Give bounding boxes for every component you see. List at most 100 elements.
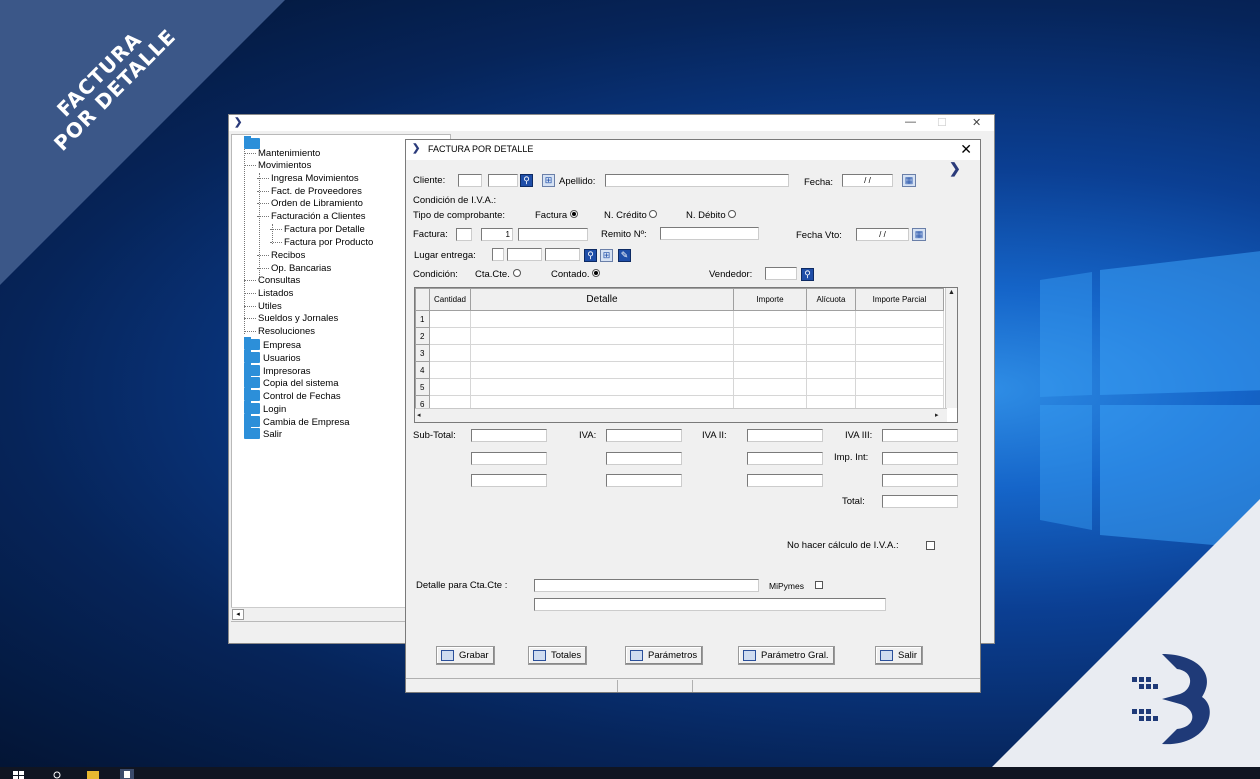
cell-cantidad[interactable] [429, 378, 471, 396]
cell-detalle[interactable] [470, 378, 734, 396]
tree-item-ingresa-movimientos[interactable]: Ingresa Movimientos [257, 173, 359, 184]
parametros-button[interactable]: Parámetros [625, 646, 704, 665]
factura-pv-field[interactable]: 1 [481, 228, 513, 241]
cell-importe[interactable] [733, 327, 807, 345]
close-button[interactable]: ✕ [972, 116, 981, 129]
lugar-entrega-extra-field[interactable] [545, 248, 580, 261]
radio-icon[interactable] [592, 269, 601, 277]
cell-importe[interactable] [733, 378, 807, 396]
totales-button[interactable]: Totales [528, 646, 588, 665]
cliente-add-icon[interactable]: ⊞ [542, 174, 555, 187]
column-header-importe-parcial[interactable]: Importe Parcial [855, 288, 944, 311]
apellido-field[interactable] [605, 174, 789, 187]
tree-folder-empresa[interactable]: Empresa [244, 337, 301, 351]
iva-field-3[interactable] [606, 474, 682, 487]
tree-item-facturacion-clientes[interactable]: Facturación a Clientes [257, 211, 366, 222]
fecha-calendar-icon[interactable]: ▦ [902, 174, 916, 187]
tree-folder-salir[interactable]: Salir [244, 426, 282, 440]
cell-importe-parcial[interactable] [855, 310, 944, 328]
cliente-number-field[interactable] [488, 174, 518, 187]
condicion-ctacte-radio[interactable]: Cta.Cte. [475, 269, 521, 280]
extra-total-field[interactable] [882, 474, 958, 487]
mipymes-checkbox[interactable] [815, 581, 823, 589]
dialog-close-button[interactable]: ✕ [960, 141, 972, 158]
column-header-alicuota[interactable]: Alícuota [806, 288, 856, 311]
cliente-search-icon[interactable]: ⚲ [520, 174, 533, 187]
tree-item-op-bancarias[interactable]: Op. Bancarias [256, 263, 331, 274]
cell-alicuota[interactable] [806, 344, 856, 362]
cell-detalle[interactable] [470, 327, 734, 345]
table-row[interactable]: 2 [415, 327, 944, 345]
cell-alicuota[interactable] [806, 310, 856, 328]
vendedor-search-icon[interactable]: ⚲ [801, 268, 814, 281]
cell-detalle[interactable] [470, 344, 734, 362]
tree-item-recibos[interactable]: Recibos [256, 250, 305, 261]
tree-item-orden-libramiento[interactable]: Orden de Libramiento [257, 198, 363, 209]
factura-number-field[interactable] [518, 228, 588, 241]
no-iva-checkbox[interactable] [926, 541, 935, 550]
iva-field-2[interactable] [606, 452, 682, 465]
detalle-cta-field[interactable] [534, 579, 759, 592]
minimize-button[interactable]: — [905, 116, 916, 128]
tree-item-consultas[interactable]: Consultas [243, 275, 300, 286]
cell-importe[interactable] [733, 310, 807, 328]
cell-alicuota[interactable] [806, 327, 856, 345]
cell-importe-parcial[interactable] [855, 327, 944, 345]
column-header-detalle[interactable]: Detalle [470, 288, 734, 311]
table-row[interactable]: 5 [415, 378, 944, 396]
start-icon[interactable] [12, 769, 26, 779]
table-row[interactable]: 4 [415, 361, 944, 379]
maximize-button[interactable]: ☐ [937, 116, 947, 129]
condicion-contado-radio[interactable]: Contado. [551, 269, 601, 280]
grid-vertical-scrollbar[interactable]: ▲ [945, 288, 957, 408]
salir-button[interactable]: Salir [875, 646, 924, 665]
tree-item-factura-por-producto[interactable]: Factura por Producto [269, 237, 373, 248]
radio-icon[interactable] [512, 269, 521, 277]
cell-importe[interactable] [733, 344, 807, 362]
tree-item-movimientos[interactable]: Movimientos [243, 160, 311, 171]
tipo-nota-credito-radio[interactable]: N. Crédito [604, 210, 658, 221]
iva2-field[interactable] [747, 429, 823, 442]
scroll-right-icon[interactable]: ▸ [935, 411, 939, 419]
column-header-importe[interactable]: Importe [733, 288, 807, 311]
parametro-gral-button[interactable]: Parámetro Gral. [738, 646, 835, 665]
column-header-cantidad[interactable]: Cantidad [429, 288, 471, 311]
radio-icon[interactable] [569, 210, 578, 218]
tipo-nota-debito-radio[interactable]: N. Débito [686, 210, 737, 221]
lugar-entrega-code-field[interactable] [492, 248, 504, 261]
search-icon[interactable] [50, 769, 64, 779]
scroll-left-icon[interactable]: ◂ [232, 609, 244, 620]
scroll-up-icon[interactable]: ▲ [948, 289, 955, 296]
iva2-field-2[interactable] [747, 452, 823, 465]
tree-folder-control-fechas[interactable]: Control de Fechas [244, 388, 341, 402]
cell-cantidad[interactable] [429, 310, 471, 328]
table-row[interactable]: 1 [415, 310, 944, 328]
scroll-left-icon[interactable]: ◂ [417, 411, 421, 419]
grid-horizontal-scrollbar[interactable]: ◂ ▸ [415, 408, 947, 422]
grabar-button[interactable]: Grabar [436, 646, 495, 665]
cliente-code-field[interactable] [458, 174, 482, 187]
fecha-vto-field[interactable]: / / [856, 228, 909, 241]
subtotal-field-3[interactable] [471, 474, 547, 487]
subtotal-field[interactable] [471, 429, 547, 442]
tree-folder-copia-sistema[interactable]: Copia del sistema [244, 375, 339, 389]
tree-item-fact-proveedores[interactable]: Fact. de Proveedores [257, 186, 362, 197]
radio-icon[interactable] [728, 210, 737, 218]
app-taskbar-icon[interactable] [120, 769, 134, 779]
lugar-edit-icon[interactable]: ✎ [618, 249, 631, 262]
cell-importe-parcial[interactable] [855, 344, 944, 362]
cell-cantidad[interactable] [429, 327, 471, 345]
radio-icon[interactable] [649, 210, 658, 218]
cell-detalle[interactable] [470, 361, 734, 379]
lugar-search-icon[interactable]: ⚲ [584, 249, 597, 262]
tree-item-utiles[interactable]: Utiles [244, 301, 282, 312]
fecha-field[interactable]: / / [842, 174, 893, 187]
imp-int-field[interactable] [882, 452, 958, 465]
subtotal-field-2[interactable] [471, 452, 547, 465]
detail-grid[interactable]: Cantidad Detalle Importe Alícuota Import… [414, 287, 958, 423]
fecha-vto-calendar-icon[interactable]: ▦ [912, 228, 926, 241]
total-field[interactable] [882, 495, 958, 508]
cell-alicuota[interactable] [806, 378, 856, 396]
tree-folder-impresoras[interactable]: Impresoras [244, 363, 311, 377]
tree-item-resoluciones[interactable]: Resoluciones [243, 326, 315, 337]
